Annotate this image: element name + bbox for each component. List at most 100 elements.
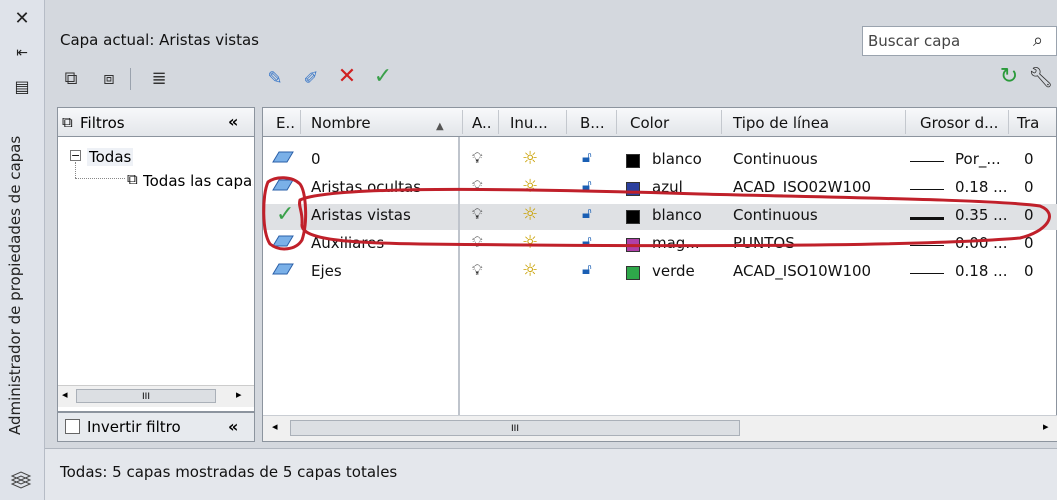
transparency-value[interactable]: 0 — [1024, 178, 1034, 196]
color-name: azul — [652, 178, 683, 196]
color-swatch[interactable] — [626, 210, 640, 224]
header-sep — [498, 110, 499, 134]
linetype-name[interactable]: PUNTOS — [733, 234, 795, 252]
col-status[interactable]: E.. — [276, 114, 295, 132]
color-name: blanco — [652, 150, 702, 168]
col-transparency[interactable]: Tra — [1017, 114, 1039, 132]
bulb-on-icon[interactable]: 💡︎ — [472, 233, 483, 251]
new-property-filter-icon[interactable]: ⧉ — [58, 66, 84, 92]
scroll-left-icon[interactable]: ◂ — [62, 388, 68, 401]
transparency-value[interactable]: 0 — [1024, 150, 1034, 168]
scroll-right-icon[interactable]: ▸ — [1043, 420, 1049, 433]
bulb-on-icon[interactable]: 💡︎ — [472, 261, 483, 279]
lineweight-value[interactable]: 0.18 ... — [955, 262, 1007, 280]
lineweight-sample — [910, 217, 944, 220]
layer-status-icon — [272, 262, 294, 280]
linetype-name[interactable]: Continuous — [733, 150, 818, 168]
filters-label: Filtros — [80, 114, 125, 132]
col-freeze[interactable]: Inu... — [510, 114, 548, 132]
search-icon[interactable]: ⌕ — [1033, 30, 1043, 51]
table-scroll-thumb[interactable]: III — [290, 420, 740, 436]
color-swatch[interactable] — [626, 182, 640, 196]
collapse-invert-button[interactable]: « — [228, 417, 238, 436]
header-sep — [566, 110, 567, 134]
bulb-on-icon[interactable]: 💡︎ — [472, 205, 483, 223]
close-icon[interactable]: ✕ — [8, 8, 36, 30]
transparency-value[interactable]: 0 — [1024, 206, 1034, 224]
layer-status-icon — [272, 150, 294, 168]
sun-thaw-icon[interactable]: ☼ — [522, 204, 538, 225]
header-sep — [616, 110, 617, 134]
color-name: blanco — [652, 206, 702, 224]
delete-layer-icon[interactable]: ✕ — [334, 64, 360, 90]
new-layer-vp-frozen-icon[interactable]: ✐ — [298, 66, 324, 92]
unlock-icon[interactable]: 🔓︎ — [582, 204, 592, 222]
lineweight-sample — [910, 189, 944, 190]
lineweight-value[interactable]: 0.18 ... — [955, 178, 1007, 196]
lineweight-sample — [910, 161, 944, 162]
color-swatch[interactable] — [626, 154, 640, 168]
tree-toggle[interactable]: − — [70, 150, 81, 161]
unlock-icon[interactable]: 🔓︎ — [582, 260, 592, 278]
color-swatch[interactable] — [626, 238, 640, 252]
filters-icon: ⧉ — [62, 113, 73, 131]
current-layer-label: Capa actual: Aristas vistas — [60, 31, 259, 49]
layer-name[interactable]: 0 — [311, 150, 321, 168]
sun-thaw-icon[interactable]: ☼ — [522, 148, 538, 169]
tree-line — [75, 162, 76, 178]
transparency-value[interactable]: 0 — [1024, 234, 1034, 252]
tree-item-all-used[interactable]: Todas las capas usadas — [143, 172, 253, 190]
sun-thaw-icon[interactable]: ☼ — [522, 176, 538, 197]
toolbar-separator — [130, 68, 131, 90]
refresh-icon[interactable]: ↻ — [996, 64, 1022, 90]
sun-thaw-icon[interactable]: ☼ — [522, 232, 538, 253]
linetype-name[interactable]: ACAD_ISO10W100 — [733, 262, 871, 280]
layer-status-icon — [272, 234, 294, 252]
search-placeholder: Buscar capa — [868, 32, 961, 50]
layer-name[interactable]: Auxiliares — [311, 234, 384, 252]
unlock-icon[interactable]: 🔓︎ — [582, 232, 592, 250]
linetype-name[interactable]: ACAD_ISO02W100 — [733, 178, 871, 196]
invert-filter-checkbox[interactable] — [65, 419, 80, 434]
col-color[interactable]: Color — [630, 114, 669, 132]
layer-status-icon — [272, 178, 294, 196]
linetype-name[interactable]: Continuous — [733, 206, 818, 224]
header-sep — [462, 110, 463, 134]
palette-title: Administrador de propiedades de capas — [6, 135, 24, 435]
scroll-left-icon[interactable]: ◂ — [272, 420, 278, 433]
lineweight-value[interactable]: Por_... — [955, 150, 1001, 168]
col-name[interactable]: Nombre — [311, 114, 371, 132]
new-group-filter-icon[interactable]: ⧈ — [96, 66, 122, 92]
set-current-icon[interactable]: ✓ — [370, 64, 396, 90]
bulb-on-icon[interactable]: 💡︎ — [472, 177, 483, 195]
scroll-right-icon[interactable]: ▸ — [236, 388, 242, 401]
col-linetype[interactable]: Tipo de línea — [733, 114, 829, 132]
layer-name[interactable]: Ejes — [311, 262, 342, 280]
layer-states-icon[interactable]: ≣ — [146, 66, 172, 92]
auto-hide-icon[interactable]: ⇤ — [8, 42, 36, 64]
invert-filter-label: Invertir filtro — [87, 418, 181, 436]
layer-name[interactable]: Aristas ocultas — [311, 178, 421, 196]
lineweight-sample — [910, 273, 944, 274]
color-swatch[interactable] — [626, 266, 640, 280]
lineweight-value[interactable]: 0.00 ... — [955, 234, 1007, 252]
new-layer-icon[interactable]: ✎ — [262, 66, 288, 92]
unlock-icon[interactable]: 🔓︎ — [582, 148, 592, 166]
col-on[interactable]: A.. — [472, 114, 492, 132]
tree-line — [75, 178, 125, 179]
unlock-icon[interactable]: 🔓︎ — [582, 176, 592, 194]
tree-item-all[interactable]: Todas — [87, 148, 134, 166]
collapse-filters-button[interactable]: « — [228, 112, 238, 131]
lineweight-value[interactable]: 0.35 ... — [955, 206, 1007, 224]
header-sep — [905, 110, 906, 134]
properties-icon[interactable]: ▤ — [8, 76, 36, 98]
sun-thaw-icon[interactable]: ☼ — [522, 260, 538, 281]
settings-wrench-icon[interactable]: 🔧︎ — [1028, 64, 1054, 90]
color-name: verde — [652, 262, 695, 280]
scroll-thumb[interactable]: III — [76, 389, 216, 403]
col-lock[interactable]: B... — [580, 114, 605, 132]
layer-name[interactable]: Aristas vistas — [311, 206, 411, 224]
bulb-on-icon[interactable]: 💡︎ — [472, 149, 483, 167]
col-lineweight[interactable]: Grosor d... — [920, 114, 998, 132]
transparency-value[interactable]: 0 — [1024, 262, 1034, 280]
